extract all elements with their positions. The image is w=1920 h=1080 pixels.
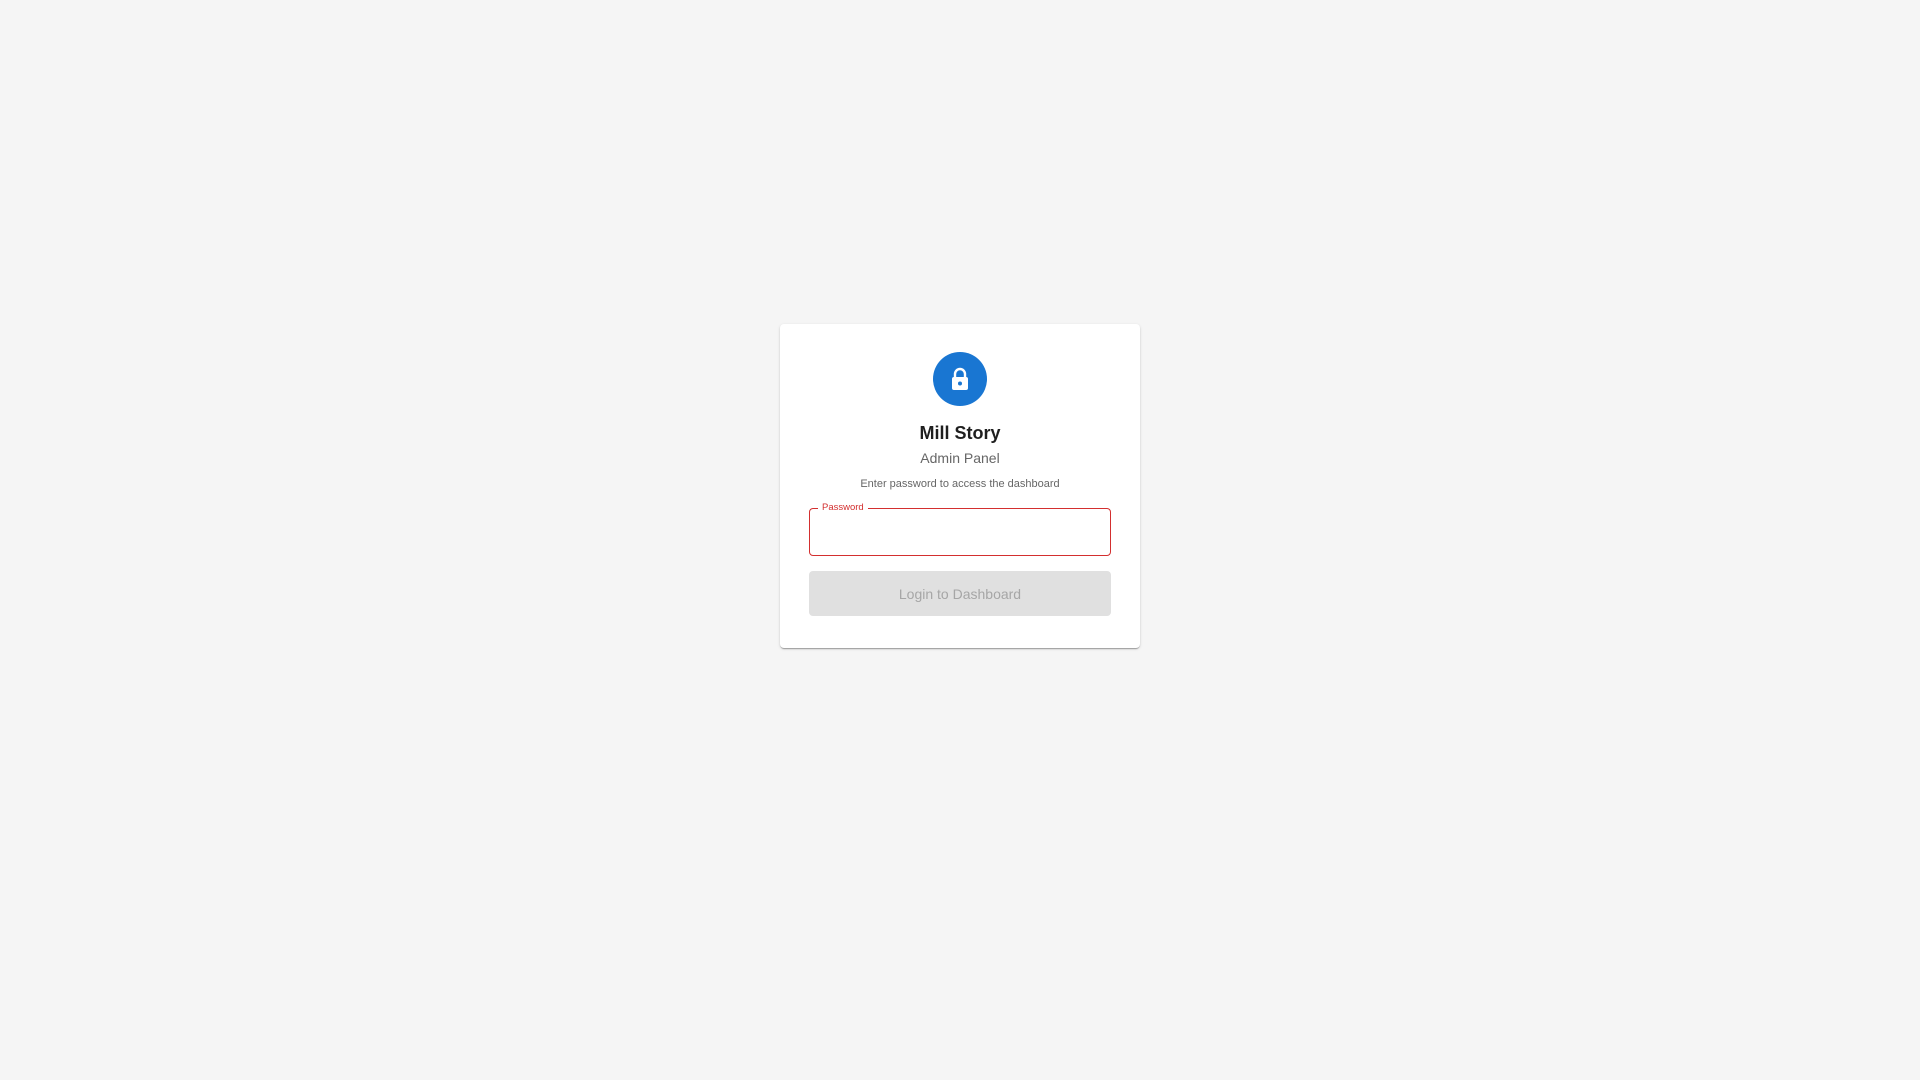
app-title: Mill Story [919, 423, 1001, 443]
login-hint: Enter password to access the dashboard [860, 478, 1060, 490]
login-button[interactable]: Login to Dashboard [809, 571, 1111, 616]
lock-avatar [933, 352, 987, 406]
password-input[interactable] [810, 509, 1110, 555]
app-subtitle: Admin Panel [920, 450, 1000, 466]
password-field[interactable]: Password [809, 502, 1111, 556]
login-card: Mill Story Admin Panel Enter password to… [780, 324, 1140, 648]
lock-icon [949, 367, 971, 391]
